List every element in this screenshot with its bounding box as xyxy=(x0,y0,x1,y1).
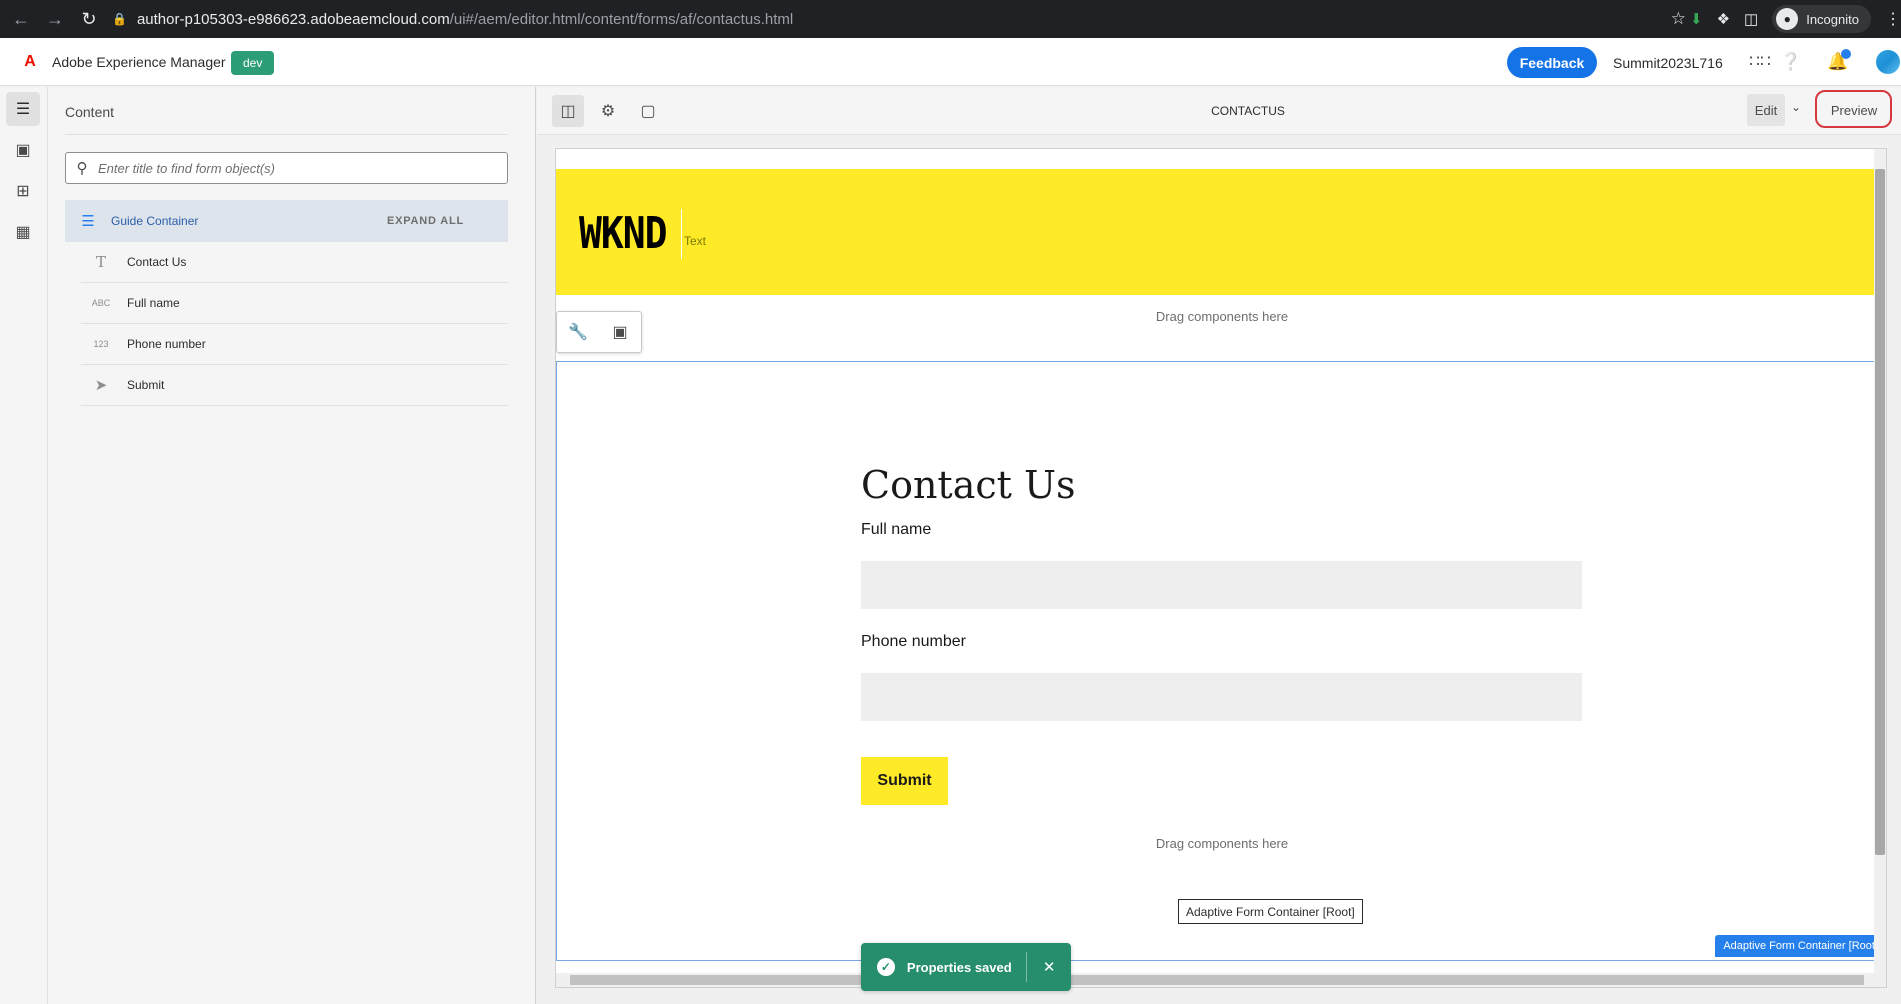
emulator-icon[interactable]: ▢ xyxy=(632,95,664,127)
search-icon: ⚲ xyxy=(76,160,88,177)
wknd-logo: WKND xyxy=(579,207,668,259)
tree-item-label: Contact Us xyxy=(127,255,187,269)
notification-dot xyxy=(1841,49,1851,59)
forward-icon[interactable]: → xyxy=(38,0,72,38)
tree-item-submit[interactable]: ➤ Submit xyxy=(81,365,508,406)
browser-toolbar: ← → ↻ 🔒 author-p105303-e986623.adobeaemc… xyxy=(0,0,1901,38)
send-icon: ➤ xyxy=(94,376,108,394)
banner-text[interactable]: Text xyxy=(684,234,706,248)
aem-header: A Adobe Experience Manager dev Feedback … xyxy=(0,38,1901,86)
feedback-button[interactable]: Feedback xyxy=(1507,47,1597,78)
incognito-label: Incognito xyxy=(1806,11,1859,27)
components-icon[interactable]: ⊞ xyxy=(6,174,40,208)
phone-number-label: Phone number xyxy=(861,633,966,650)
toast-notification: ✓ Properties saved ✕ xyxy=(861,943,1071,991)
env-badge: dev xyxy=(231,51,275,75)
incognito-icon: ● xyxy=(1776,8,1799,30)
numeric-field-icon: 123 xyxy=(93,339,109,349)
tree-item-contact-us[interactable]: T Contact Us xyxy=(81,242,508,283)
panel-title: Content xyxy=(65,104,115,120)
content-panel: Content ⚲ ☰ Guide Container EXPAND ALL T… xyxy=(48,87,536,1004)
star-icon[interactable]: ☆ xyxy=(1671,9,1686,29)
root-container-chip[interactable]: Adaptive Form Container [Root] xyxy=(1178,899,1363,924)
wrench-icon[interactable]: 🔧 xyxy=(563,317,593,347)
tree-item-full-name[interactable]: ABC Full name xyxy=(81,283,508,324)
search-input[interactable] xyxy=(98,160,498,176)
sidepanel-icon[interactable]: ◫ xyxy=(1744,10,1758,28)
expand-all-button[interactable]: EXPAND ALL xyxy=(387,215,464,227)
address-bar[interactable]: 🔒 author-p105303-e986623.adobeaemcloud.c… xyxy=(106,5,1698,33)
url-path: /ui#/aem/editor.html/content/forms/af/co… xyxy=(449,10,794,28)
full-name-field[interactable] xyxy=(861,561,1582,609)
horizontal-scrollbar[interactable] xyxy=(556,973,1876,987)
vertical-scroll-thumb[interactable] xyxy=(1875,169,1885,855)
tree-root-guide-container[interactable]: ☰ Guide Container EXPAND ALL xyxy=(65,200,508,242)
search-box[interactable]: ⚲ xyxy=(65,152,508,184)
incognito-profile-button[interactable]: ● Incognito xyxy=(1772,5,1871,33)
editor-toolbar: ◫ ⚙ ▢ CONTACTUS Edit ⌄ Preview xyxy=(537,87,1901,135)
form-title[interactable]: Contact Us xyxy=(861,463,1076,507)
data-sources-icon[interactable]: ▦ xyxy=(6,215,40,249)
submit-button[interactable]: Submit xyxy=(861,757,948,805)
vertical-scrollbar[interactable] xyxy=(1874,149,1886,987)
panel-divider xyxy=(65,134,508,135)
reload-icon[interactable]: ↻ xyxy=(72,0,106,38)
browser-extensions: ⬇ ❖ ◫ ● Incognito ⋮ xyxy=(1690,0,1901,38)
header-banner[interactable]: WKND Text xyxy=(556,169,1886,295)
download-icon[interactable]: ⬇ xyxy=(1690,10,1703,28)
menu-icon[interactable]: ⋮ xyxy=(1885,9,1901,29)
full-name-label: Full name xyxy=(861,521,932,538)
side-rail: ☰ ▣ ⊞ ▦ xyxy=(0,87,48,1004)
text-icon: T xyxy=(95,253,106,271)
preview-mode-button[interactable]: Preview xyxy=(1819,94,1889,126)
phone-number-field[interactable] xyxy=(861,673,1582,721)
tree-item-label: Phone number xyxy=(127,337,206,351)
editor-canvas: WKND Text Drag components here 🔧 ▣ Conta… xyxy=(555,148,1887,988)
horizontal-scroll-thumb[interactable] xyxy=(570,975,1864,985)
check-icon: ✓ xyxy=(877,958,895,976)
app-name[interactable]: Adobe Experience Manager xyxy=(52,54,226,70)
assets-icon[interactable]: ▣ xyxy=(6,133,40,167)
edit-mode-button[interactable]: Edit xyxy=(1747,94,1785,126)
lock-icon: 🔒 xyxy=(112,12,127,26)
component-toolbar: 🔧 ▣ xyxy=(556,311,642,353)
chevron-down-icon[interactable]: ⌄ xyxy=(1791,100,1801,114)
list-icon: ☰ xyxy=(81,213,95,230)
drop-zone-top[interactable]: Drag components here xyxy=(556,309,1886,324)
org-switcher[interactable]: Summit2023L716 xyxy=(1613,55,1723,71)
text-field-icon: ABC xyxy=(91,298,111,308)
root-container-tag[interactable]: Adaptive Form Container [Root] xyxy=(1715,935,1886,957)
back-icon[interactable]: ← xyxy=(4,0,38,38)
close-icon[interactable]: ✕ xyxy=(1027,958,1071,976)
content-tree-icon[interactable]: ☰ xyxy=(6,92,40,126)
adobe-logo-icon[interactable]: A xyxy=(20,52,40,72)
select-parent-icon[interactable]: ▣ xyxy=(605,317,635,347)
drop-zone-bottom[interactable]: Drag components here xyxy=(556,836,1886,851)
extensions-icon[interactable]: ❖ xyxy=(1717,10,1730,28)
tree-root-label: Guide Container xyxy=(111,214,199,228)
toast-message: Properties saved xyxy=(906,959,1012,975)
user-avatar[interactable] xyxy=(1876,50,1900,74)
tree-item-label: Full name xyxy=(127,296,180,310)
page-title: CONTACTUS xyxy=(1211,104,1285,118)
logo-separator xyxy=(681,209,682,259)
tree-item-phone-number[interactable]: 123 Phone number xyxy=(81,324,508,365)
form-root-outline xyxy=(556,361,1886,961)
toggle-side-panel-icon[interactable]: ◫ xyxy=(552,95,584,127)
help-icon[interactable]: ❔ xyxy=(1779,50,1803,74)
page-properties-icon[interactable]: ⚙ xyxy=(592,95,624,127)
url-host: author-p105303-e986623.adobeaemcloud.com xyxy=(136,10,450,28)
tree-item-label: Submit xyxy=(127,378,165,392)
apps-grid-icon[interactable]: ∷∷ xyxy=(1748,50,1772,74)
